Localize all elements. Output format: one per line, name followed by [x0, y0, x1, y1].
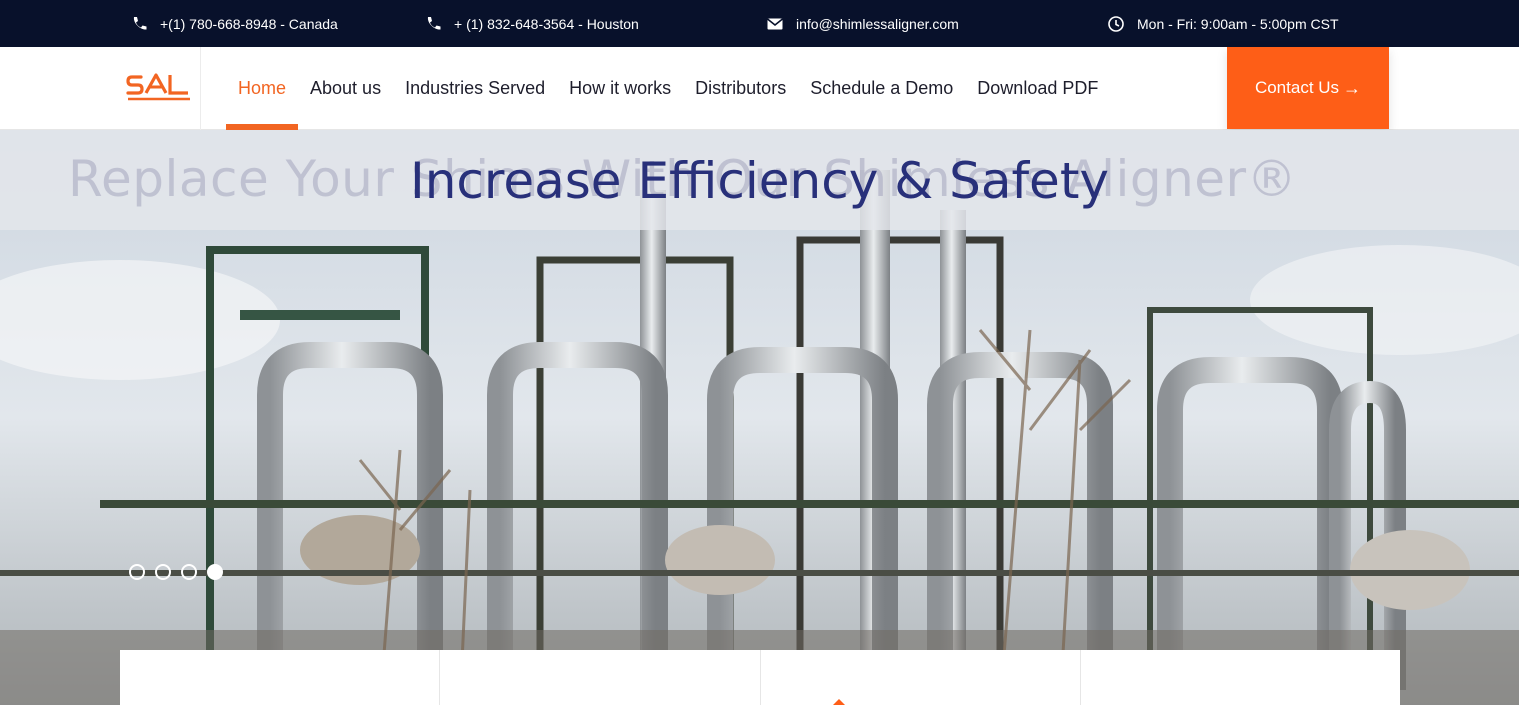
business-hours-text: Mon - Fri: 9:00am - 5:00pm CST [1137, 15, 1339, 32]
nav-download-pdf[interactable]: Download PDF [965, 47, 1110, 130]
nav-schedule-demo[interactable]: Schedule a Demo [798, 47, 965, 130]
site-header: Home About us Industries Served How it w… [0, 47, 1519, 130]
houston-phone[interactable]: + (1) 832-648-3564 - Houston [424, 0, 639, 47]
hero-headline: Increase Efficiency & Safety [409, 152, 1110, 210]
houston-phone-text: + (1) 832-648-3564 - Houston [454, 15, 639, 32]
nav-how-it-works[interactable]: How it works [557, 47, 683, 130]
feature-card [761, 650, 1081, 705]
contact-us-button[interactable]: Contact Us → [1227, 47, 1389, 129]
nav-about-us[interactable]: About us [298, 47, 393, 130]
hero-slider: Replace Your Shims With Our Shimless Ali… [0, 130, 1519, 705]
arrow-right-icon: → [1343, 77, 1362, 98]
slider-dot-2[interactable] [155, 564, 171, 580]
canada-phone[interactable]: +(1) 780-668-8948 - Canada [130, 0, 338, 47]
clock-icon [1107, 15, 1125, 33]
logo-divider [200, 47, 201, 130]
nav-home[interactable]: Home [226, 47, 299, 130]
feature-card [440, 650, 761, 705]
feature-card [1081, 650, 1400, 705]
top-contact-bar: +(1) 780-668-8948 - Canada + (1) 832-648… [0, 0, 1519, 47]
nav-distributors[interactable]: Distributors [683, 47, 798, 130]
email-link[interactable]: info@shimlessaligner.com [766, 0, 959, 47]
slider-dot-3[interactable] [181, 564, 197, 580]
slider-dot-1[interactable] [129, 564, 145, 580]
sal-logo-icon [126, 73, 190, 101]
feature-cards [120, 650, 1400, 705]
phone-icon [130, 15, 148, 33]
business-hours: Mon - Fri: 9:00am - 5:00pm CST [1107, 0, 1339, 47]
phone-icon [424, 15, 442, 33]
canada-phone-text: +(1) 780-668-8948 - Canada [160, 15, 338, 32]
main-nav: Home About us Industries Served How it w… [226, 47, 1110, 130]
contact-us-label: Contact Us [1254, 78, 1340, 97]
slider-pagination [129, 564, 223, 580]
nav-industries-served[interactable]: Industries Served [393, 47, 557, 130]
sal-logo[interactable] [126, 71, 192, 105]
headline-band: Replace Your Shims With Our Shimless Ali… [0, 130, 1519, 230]
feature-card [120, 650, 441, 705]
email-text: info@shimlessaligner.com [796, 15, 959, 32]
slider-dot-4[interactable] [207, 564, 223, 580]
mail-icon [766, 15, 784, 33]
feature-icon [832, 699, 845, 705]
